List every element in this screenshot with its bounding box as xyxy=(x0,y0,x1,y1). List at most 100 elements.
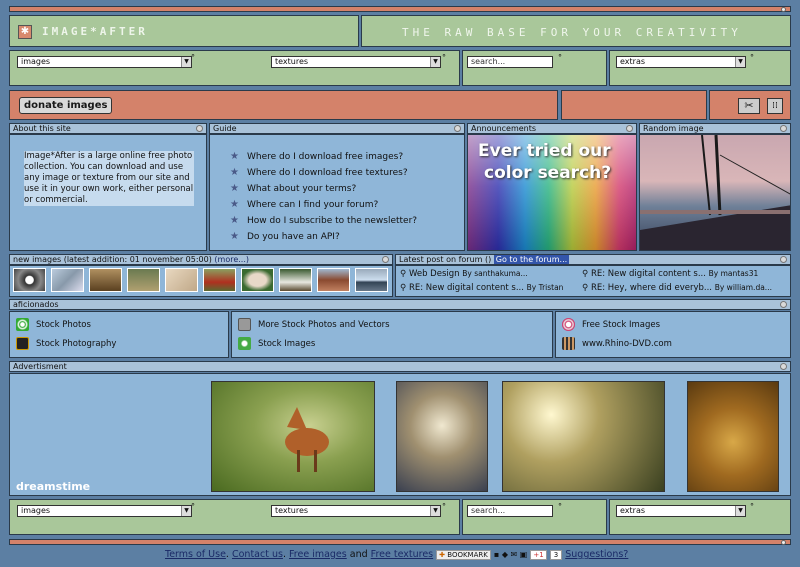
grid-icon[interactable]: ⁞⁞ xyxy=(767,98,783,114)
collapse-icon[interactable] xyxy=(382,256,389,263)
thumbnail[interactable] xyxy=(51,268,84,292)
share-icons[interactable]: ▪ ◆ ✉ ▣ xyxy=(494,550,527,559)
aficionado-link[interactable]: www.Rhino-DVD.com xyxy=(582,339,672,349)
collapse-icon[interactable] xyxy=(780,301,787,308)
extras-select[interactable]: extras ▼ xyxy=(616,56,746,68)
collapse-icon[interactable] xyxy=(454,125,461,132)
images-select[interactable]: images ▼ xyxy=(17,505,192,517)
extras-box-bottom: extras ▼ ° xyxy=(609,499,791,535)
target-icon xyxy=(562,318,575,331)
free-images-link[interactable]: Free images xyxy=(289,549,347,560)
collapse-icon[interactable] xyxy=(626,125,633,132)
search-input[interactable]: search... xyxy=(467,56,553,68)
tagline-bar: THE RAW BASE FOR YOUR CREATIVITY xyxy=(361,15,791,47)
forum-post[interactable]: ⚲ RE: New digital content s... By Trista… xyxy=(400,283,563,293)
search-box-top: search... ° xyxy=(462,50,607,86)
chevron-down-icon: ▼ xyxy=(181,506,191,516)
thumbnail[interactable] xyxy=(317,268,350,292)
forum-post[interactable]: ⚲ RE: New digital content s... By mantas… xyxy=(582,269,758,279)
aficionado-link[interactable]: Stock Images xyxy=(258,339,315,349)
star-icon: ★ xyxy=(230,183,239,194)
bookmark-button[interactable]: ✚ BOOKMARK xyxy=(436,550,491,560)
ad-image-lion[interactable] xyxy=(687,381,779,492)
extras-select[interactable]: extras ▼ xyxy=(616,505,746,517)
aficionado-link[interactable]: Free Stock Images xyxy=(582,320,660,330)
logo-bar: ✱ IMAGE*AFTER xyxy=(9,15,359,47)
about-header: About this site xyxy=(9,123,207,134)
degree-mark: ° xyxy=(750,502,754,511)
extras-box-top: extras ▼ ° xyxy=(609,50,791,86)
degree-mark: ° xyxy=(191,53,195,62)
thumbnail[interactable] xyxy=(165,268,198,292)
aficionado-link[interactable]: Stock Photos xyxy=(36,320,91,330)
guide-item[interactable]: ★ Where can I find your forum? xyxy=(230,199,378,210)
guide-item[interactable]: ★ What about your terms? xyxy=(230,183,356,194)
aficionado-link[interactable]: Stock Photography xyxy=(36,339,116,349)
forum-post[interactable]: ⚲ Web Design By santhakuma... xyxy=(400,269,528,279)
textures-select[interactable]: textures ▼ xyxy=(271,505,441,517)
thumbnail[interactable] xyxy=(127,268,160,292)
aficionados-header: aficionados xyxy=(9,299,791,310)
tagline: THE RAW BASE FOR YOUR CREATIVITY xyxy=(402,26,742,39)
ad-image-book[interactable] xyxy=(396,381,488,492)
toolbar-bar: donate images xyxy=(9,90,558,120)
chevron-down-icon: ▼ xyxy=(735,57,745,67)
guide-item[interactable]: ★ How do I subscribe to the newsletter? xyxy=(230,215,417,226)
thumbnail[interactable] xyxy=(203,268,236,292)
images-select[interactable]: images ▼ xyxy=(17,56,192,68)
more-link[interactable]: (more...) xyxy=(214,255,249,264)
contact-link[interactable]: Contact us xyxy=(232,549,283,560)
thumbnail[interactable] xyxy=(355,268,388,292)
guide-item[interactable]: ★ Where do I download free textures? xyxy=(230,167,408,178)
advertisment-header: Advertisment xyxy=(9,361,791,372)
photo-icon xyxy=(238,318,251,331)
aficionados-col-1: Stock Photos Stock Photography xyxy=(9,311,229,358)
star-icon: ★ xyxy=(230,215,239,226)
logo-icon: ✱ xyxy=(18,25,32,39)
guide-item[interactable]: ★ Where do I download free images? xyxy=(230,151,403,162)
free-textures-link[interactable]: Free textures xyxy=(371,549,433,560)
announcements-header: Announcements xyxy=(467,123,637,134)
sailboat-image xyxy=(640,135,790,250)
thumbnail[interactable] xyxy=(241,268,274,292)
guide-panel: ★ Where do I download free images? ★ Where… xyxy=(209,134,465,251)
ad-image-fox[interactable] xyxy=(211,381,375,492)
top-strip xyxy=(9,6,791,12)
color-search-banner[interactable]: Ever tried our color search? xyxy=(467,134,637,251)
ad-image-forest[interactable] xyxy=(502,381,665,492)
terms-link[interactable]: Terms of Use xyxy=(165,549,226,560)
aficionados-col-3: Free Stock Images www.Rhino-DVD.com xyxy=(555,311,791,358)
banner-line-1: Ever tried our xyxy=(478,141,611,161)
collapse-icon[interactable] xyxy=(780,363,787,370)
chevron-down-icon: ▼ xyxy=(430,506,440,516)
search-input[interactable]: search... xyxy=(467,505,553,517)
about-text: Image*After is a large online free photo… xyxy=(24,151,194,206)
scissors-icon[interactable]: ✂ xyxy=(738,98,760,114)
random-header: Random image xyxy=(639,123,791,134)
random-image[interactable] xyxy=(639,134,791,251)
thumbnail[interactable] xyxy=(279,268,312,292)
collapse-icon[interactable] xyxy=(196,125,203,132)
chevron-down-icon: ▼ xyxy=(181,57,191,67)
star-icon: ★ xyxy=(230,167,239,178)
plus-one-button[interactable]: +1 xyxy=(530,550,547,560)
swirl-icon xyxy=(16,318,29,331)
star-icon: ★ xyxy=(230,231,239,242)
pin-icon: ⚲ xyxy=(582,283,589,293)
thumbnail[interactable] xyxy=(13,268,46,292)
guide-item[interactable]: ★ Do you have an API? xyxy=(230,231,340,242)
forum-post[interactable]: ⚲ RE: Hey, where did everyb... By willia… xyxy=(582,283,772,293)
textures-select[interactable]: textures ▼ xyxy=(271,56,441,68)
dreamstime-logo[interactable]: dreamstime xyxy=(16,480,90,493)
suggestions-link[interactable]: Suggestions? xyxy=(565,549,628,560)
forum-panel: ⚲ Web Design By santhakuma... ⚲ RE: New … xyxy=(395,265,791,297)
collapse-icon[interactable] xyxy=(780,256,787,263)
footer: Terms of Use. Contact us. Free images an… xyxy=(165,549,629,560)
stock-icon xyxy=(238,337,251,350)
donate-button[interactable]: donate images xyxy=(19,97,113,114)
thumbnail[interactable] xyxy=(89,268,122,292)
aficionado-link[interactable]: More Stock Photos and Vectors xyxy=(258,320,390,330)
logo-text[interactable]: IMAGE*AFTER xyxy=(42,25,148,38)
goto-forum-link[interactable]: Go to the forum... xyxy=(493,255,570,264)
collapse-icon[interactable] xyxy=(780,125,787,132)
